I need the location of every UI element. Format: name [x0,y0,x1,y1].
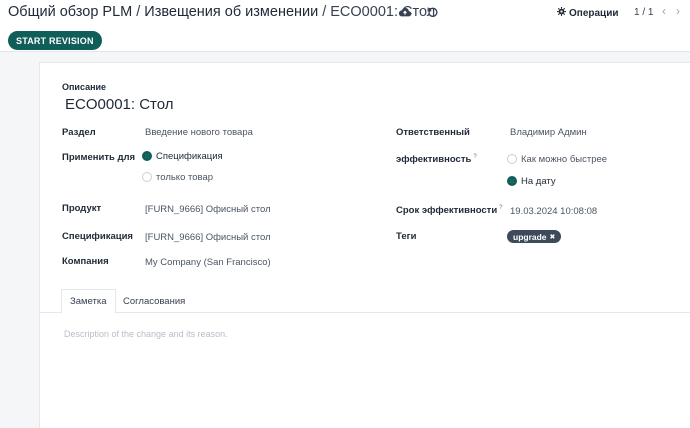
description-label: Описание [62,82,107,92]
breadcrumb-middle[interactable]: Извещения об изменении [144,4,318,20]
operations-button[interactable]: Операции [557,7,619,19]
record-title[interactable]: ECO0001: Стол [65,96,174,113]
close-icon[interactable]: ✖ [550,233,556,241]
note-editor[interactable]: Description of the change and its reason… [64,329,228,339]
bom-label: Спецификация [62,231,133,242]
apply-bom-label: Спецификация [156,151,223,162]
chevron-right-icon[interactable]: › [676,4,680,18]
notebook-tabs: Заметка Согласования [39,289,690,314]
apply-product-radio[interactable] [142,172,152,182]
apply-bom-radio[interactable] [142,151,152,161]
undo-icon[interactable] [426,5,440,19]
effective-date-field[interactable]: 19.03.2024 10:08:08 [510,206,597,217]
tags-label: Теги [396,231,417,242]
tag-label: upgrade [513,231,547,242]
section-field[interactable]: Введение нового товара [145,127,253,138]
start-revision-button[interactable]: START REVISION [8,31,102,50]
tag-badge[interactable]: upgrade ✖ [507,230,562,243]
effective-date-label: Срок эффективности? [396,205,503,217]
form-sheet [39,62,690,428]
company-label: Компания [62,256,109,267]
section-label: Раздел [62,127,96,138]
breadcrumb-root[interactable]: Общий обзор PLM [8,4,132,20]
effectivity-date-label: На дату [521,176,556,187]
product-label: Продукт [62,203,102,214]
responsible-label: Ответственный [396,127,470,138]
effectivity-label: эффективность? [396,154,477,166]
pager-value[interactable]: 1 / 1 [634,7,653,18]
cloud-upload-icon[interactable] [398,5,412,19]
gear-icon [557,7,566,19]
chevron-left-icon[interactable]: ‹ [662,4,666,18]
apply-product-label: только товар [156,172,214,183]
help-icon[interactable]: ? [499,205,502,211]
responsible-field[interactable]: Владимир Админ [510,127,587,138]
help-icon[interactable]: ? [473,154,476,160]
effectivity-asap-label: Как можно быстрее [521,154,608,165]
breadcrumb: Общий обзор PLM / Извещения об изменении / E… [8,4,436,20]
operations-label: Операции [569,7,619,19]
effectivity-date-radio[interactable] [507,176,517,186]
tab-note[interactable]: Заметка [61,289,116,314]
tab-approvals[interactable]: Согласования [115,289,193,313]
product-field[interactable]: [FURN_9666] Офисный стол [145,204,271,215]
top-bar: Общий обзор PLM / Извещения об изменении / E… [0,0,690,52]
bom-field[interactable]: [FURN_9666] Офисный стол [145,232,271,243]
effectivity-asap-radio[interactable] [507,154,517,164]
company-field[interactable]: My Company (San Francisco) [145,257,271,268]
apply-for-label: Применить для [62,152,136,163]
